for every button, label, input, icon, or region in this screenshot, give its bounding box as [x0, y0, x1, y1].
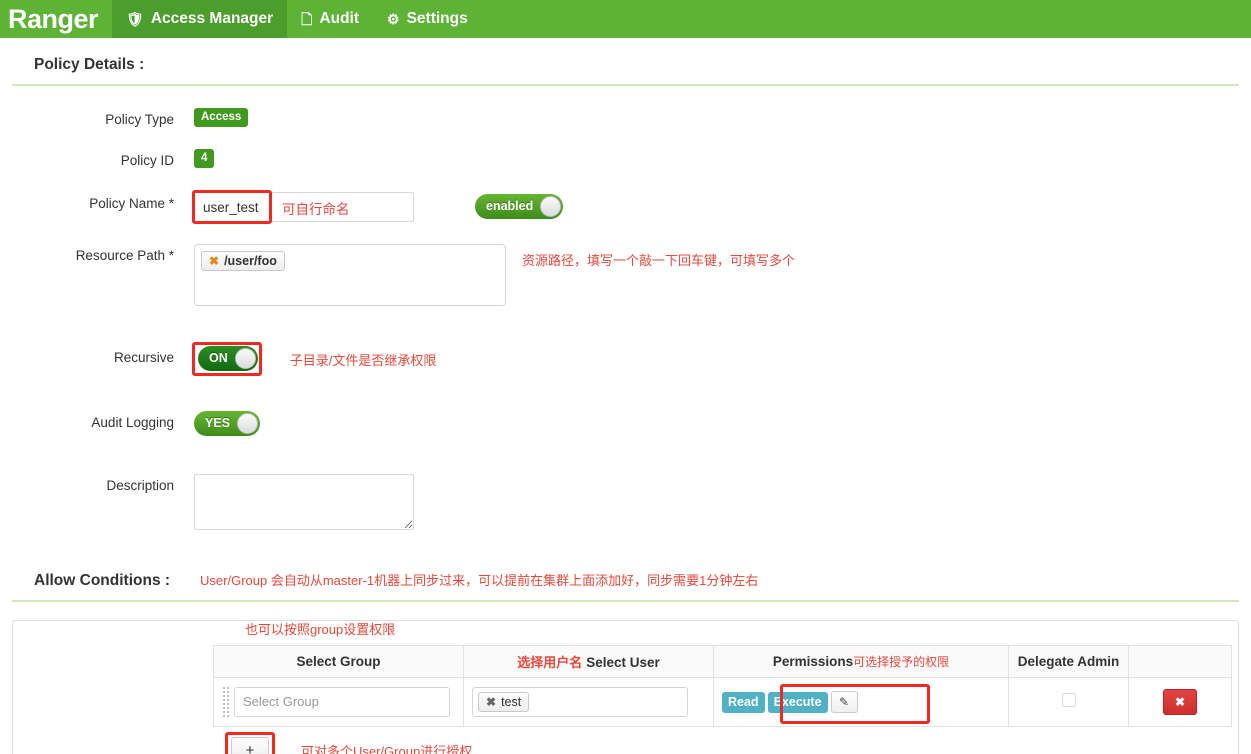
- column-header-select-group: Select Group: [213, 645, 464, 678]
- group-permission-annotation: 也可以按照group设置权限: [245, 622, 396, 637]
- select-user-annotation: 选择用户名: [517, 655, 583, 670]
- policy-name-input[interactable]: [194, 192, 414, 222]
- audit-logging-label: Audit Logging: [91, 415, 174, 430]
- pencil-icon[interactable]: ✎: [830, 690, 858, 713]
- toggle-knob-icon: [234, 348, 256, 369]
- add-condition-row: + 可对多个User/Group进行授权: [225, 732, 1238, 754]
- document-icon: 🗋: [301, 11, 313, 27]
- row-policy-name: Policy Name * 可自行命名 enabled: [12, 190, 1239, 224]
- cell-delegate-admin: [1008, 677, 1129, 727]
- select-group-input[interactable]: Select Group: [234, 687, 450, 717]
- table-row: Select Group ✖ test Read Execute ✎ ✖: [213, 677, 1232, 727]
- top-navbar: Ranger 🛡 Access Manager 🗋 Audit ⚙ Settin…: [0, 0, 1251, 38]
- column-header-select-user: 选择用户名 Select User: [463, 645, 714, 678]
- table-header-row: Select Group 选择用户名 Select User Permission…: [213, 645, 1232, 678]
- row-audit-logging: Audit Logging YES: [12, 411, 1239, 436]
- resource-path-annotation: 资源路径，填写一个敲一下回车键，可填写多个: [522, 253, 796, 268]
- resource-path-tag-label: /user/foo: [224, 254, 277, 268]
- nav-item-access-manager[interactable]: 🛡 Access Manager: [112, 0, 288, 38]
- remove-tag-icon[interactable]: ✖: [209, 254, 219, 268]
- column-header-delegate-admin: Delegate Admin: [1008, 645, 1129, 678]
- policy-enabled-toggle[interactable]: enabled: [475, 194, 564, 219]
- nav-item-audit-label: Audit: [319, 10, 360, 27]
- allow-conditions-annotation: User/Group 会自动从master-1机器上同步过来，可以提前在集群上面…: [200, 573, 759, 588]
- allow-conditions-header: Allow Conditions : User/Group 会自动从master…: [12, 552, 1239, 602]
- add-condition-button[interactable]: +: [231, 737, 269, 754]
- policy-form-page: Policy Details : Policy Type Access Poli…: [0, 38, 1251, 754]
- column-header-permissions: Permissions可选择授予的权限: [713, 645, 1009, 678]
- delete-row-button[interactable]: ✖: [1163, 689, 1197, 715]
- select-user-tag-label: test: [501, 695, 522, 709]
- description-textarea[interactable]: [194, 474, 414, 530]
- shield-icon: 🛡: [126, 11, 144, 27]
- policy-id-label: Policy ID: [120, 153, 174, 168]
- audit-logging-toggle-label: YES: [205, 416, 231, 431]
- column-header-select-user-label: Select User: [586, 655, 660, 670]
- recursive-toggle[interactable]: ON: [198, 346, 258, 371]
- nav-item-settings[interactable]: ⚙ Settings: [373, 0, 482, 38]
- cell-select-user: ✖ test: [463, 677, 714, 727]
- cell-actions: ✖: [1128, 677, 1232, 727]
- permissions-annotation: 可选择授予的权限: [853, 655, 950, 669]
- add-condition-annotation: 可对多个User/Group进行授权: [301, 744, 473, 754]
- toggle-knob-icon: [540, 196, 562, 217]
- policy-enabled-toggle-label: enabled: [486, 199, 534, 214]
- column-header-delegate-admin-label: Delegate Admin: [1017, 654, 1120, 669]
- resource-path-tag[interactable]: ✖ /user/foo: [201, 251, 285, 271]
- policy-type-badge: Access: [194, 108, 249, 127]
- policy-name-label: Policy Name *: [89, 196, 174, 211]
- nav-item-audit[interactable]: 🗋 Audit: [287, 0, 373, 38]
- select-user-tag[interactable]: ✖ test: [478, 692, 530, 712]
- resource-path-multiselect[interactable]: ✖ /user/foo: [194, 244, 506, 306]
- brand-logo[interactable]: Ranger: [0, 0, 112, 38]
- allow-conditions-table: Select Group 选择用户名 Select User Permission…: [213, 645, 1232, 727]
- permission-badge-execute[interactable]: Execute: [767, 692, 828, 714]
- policy-details-title: Policy Details :: [34, 56, 145, 73]
- gear-icon: ⚙: [387, 11, 400, 27]
- policy-name-input-wrap: 可自行命名: [192, 190, 414, 224]
- allow-conditions-title: Allow Conditions :: [34, 572, 171, 589]
- nav-item-access-manager-label: Access Manager: [150, 10, 274, 27]
- description-label: Description: [106, 478, 174, 493]
- recursive-toggle-label: ON: [209, 351, 228, 366]
- cell-select-group: Select Group: [213, 677, 464, 727]
- delegate-admin-checkbox[interactable]: [1061, 692, 1076, 707]
- audit-logging-toggle[interactable]: YES: [194, 411, 261, 436]
- nav-item-settings-label: Settings: [406, 10, 468, 27]
- column-header-select-group-label: Select Group: [296, 654, 381, 669]
- row-description: Description: [12, 474, 1239, 530]
- row-resource-path: Resource Path * ✖ /user/foo 资源路径，填写一个敲一下…: [12, 244, 1239, 306]
- select-user-input[interactable]: ✖ test: [472, 687, 688, 717]
- row-policy-type: Policy Type Access: [12, 108, 1239, 127]
- resource-path-label: Resource Path *: [75, 248, 174, 263]
- allow-conditions-panel: 也可以按照group设置权限 Select Group 选择用户名 Select …: [12, 620, 1239, 754]
- row-recursive: Recursive ON 子目录/文件是否继承权限: [12, 342, 1239, 376]
- policy-id-badge: 4: [194, 149, 215, 168]
- policy-type-label: Policy Type: [105, 112, 174, 127]
- remove-user-icon[interactable]: ✖: [486, 695, 496, 709]
- drag-handle-icon[interactable]: [222, 686, 229, 718]
- permission-badge-read[interactable]: Read: [722, 692, 765, 714]
- recursive-annotation: 子目录/文件是否继承权限: [289, 353, 437, 368]
- column-header-permissions-label: Permissions: [772, 654, 854, 669]
- column-header-actions: [1128, 645, 1232, 678]
- cell-permissions: Read Execute ✎: [713, 677, 1009, 727]
- toggle-knob-icon: [237, 413, 259, 434]
- recursive-label: Recursive: [113, 350, 174, 365]
- row-policy-id: Policy ID 4: [12, 149, 1239, 168]
- policy-details-header: Policy Details :: [12, 38, 1239, 86]
